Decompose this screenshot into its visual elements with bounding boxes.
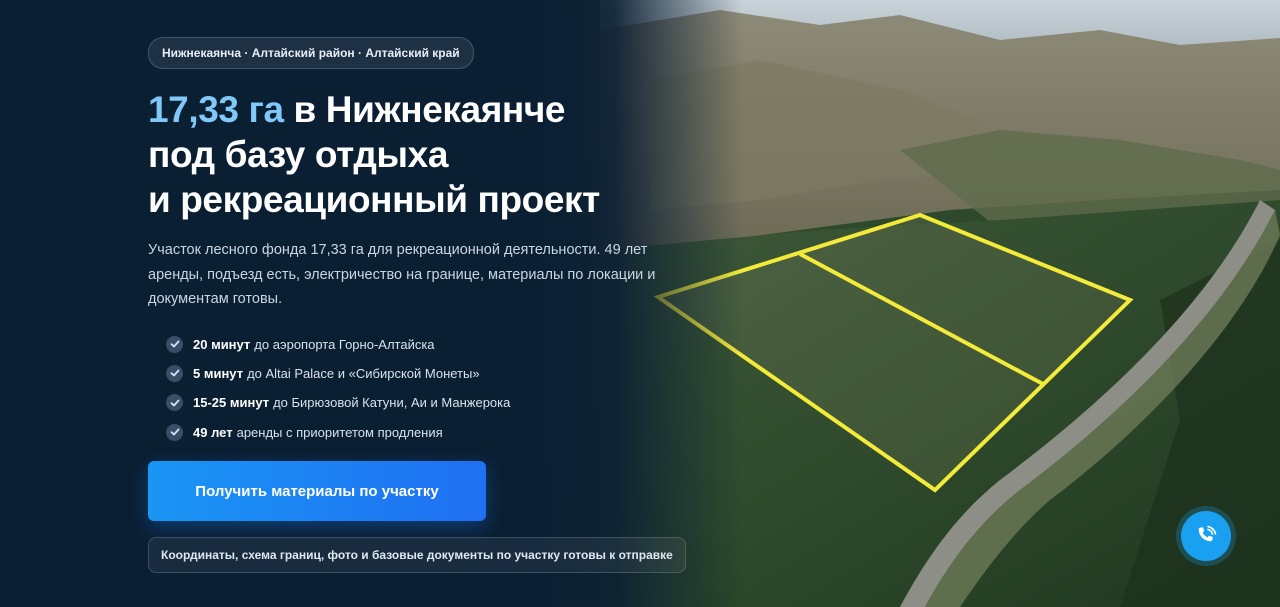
feature-item: 5 минут до Altai Palace и «Сибирской Моне… bbox=[166, 359, 688, 388]
check-icon bbox=[166, 394, 183, 412]
feature-text: до Altai Palace и «Сибирской Монеты» bbox=[247, 365, 480, 381]
title-area-accent: 17,33 га bbox=[148, 89, 284, 130]
feature-bold: 5 минут bbox=[193, 365, 244, 381]
feature-text: до Бирюзовой Катуни, Аи и Манжерока bbox=[273, 395, 511, 411]
feature-item: 20 минут до аэропорта Горно-Алтайска bbox=[166, 330, 688, 359]
feature-text: до аэропорта Горно-Алтайска bbox=[254, 336, 435, 352]
materials-ready-note: Координаты, схема границ, фото и базовые… bbox=[148, 537, 686, 573]
feature-bold: 20 минут bbox=[193, 336, 251, 352]
check-icon bbox=[166, 364, 183, 382]
feature-item: 15-25 минут до Бирюзовой Катуни, Аи и Ман… bbox=[166, 388, 688, 417]
feature-text: аренды с приоритетом продления bbox=[236, 424, 443, 440]
hero-content: Нижнекаянча · Алтайский район · Алтайски… bbox=[148, 37, 688, 447]
hero-section: Нижнекаянча · Алтайский район · Алтайски… bbox=[0, 0, 1280, 607]
check-icon bbox=[166, 423, 183, 441]
call-button[interactable] bbox=[1181, 511, 1231, 561]
hero-title: 17,33 га в Нижнекаянче под базу отдыха и… bbox=[148, 87, 688, 222]
hero-description: Участок лесного фонда 17,33 га для рекре… bbox=[148, 242, 656, 307]
title-line-1-rest: в Нижнекаянче bbox=[283, 89, 566, 130]
title-line-3: и рекреационный проект bbox=[148, 179, 600, 220]
title-line-1: 17,33 га в Нижнекаянче bbox=[148, 87, 688, 132]
get-materials-button[interactable]: Получить материалы по участку bbox=[148, 461, 486, 521]
feature-item: 49 лет аренды с приоритетом продления bbox=[166, 417, 688, 446]
title-line-2: под базу отдыха bbox=[148, 134, 448, 175]
phone-icon bbox=[1198, 525, 1217, 542]
feature-bold: 15-25 минут bbox=[193, 395, 270, 411]
location-badge: Нижнекаянча · Алтайский район · Алтайски… bbox=[148, 37, 474, 69]
feature-list: 20 минут до аэропорта Горно-Алтайска 5 ми… bbox=[166, 330, 688, 447]
check-icon bbox=[166, 335, 183, 353]
feature-bold: 49 лет bbox=[193, 424, 233, 440]
